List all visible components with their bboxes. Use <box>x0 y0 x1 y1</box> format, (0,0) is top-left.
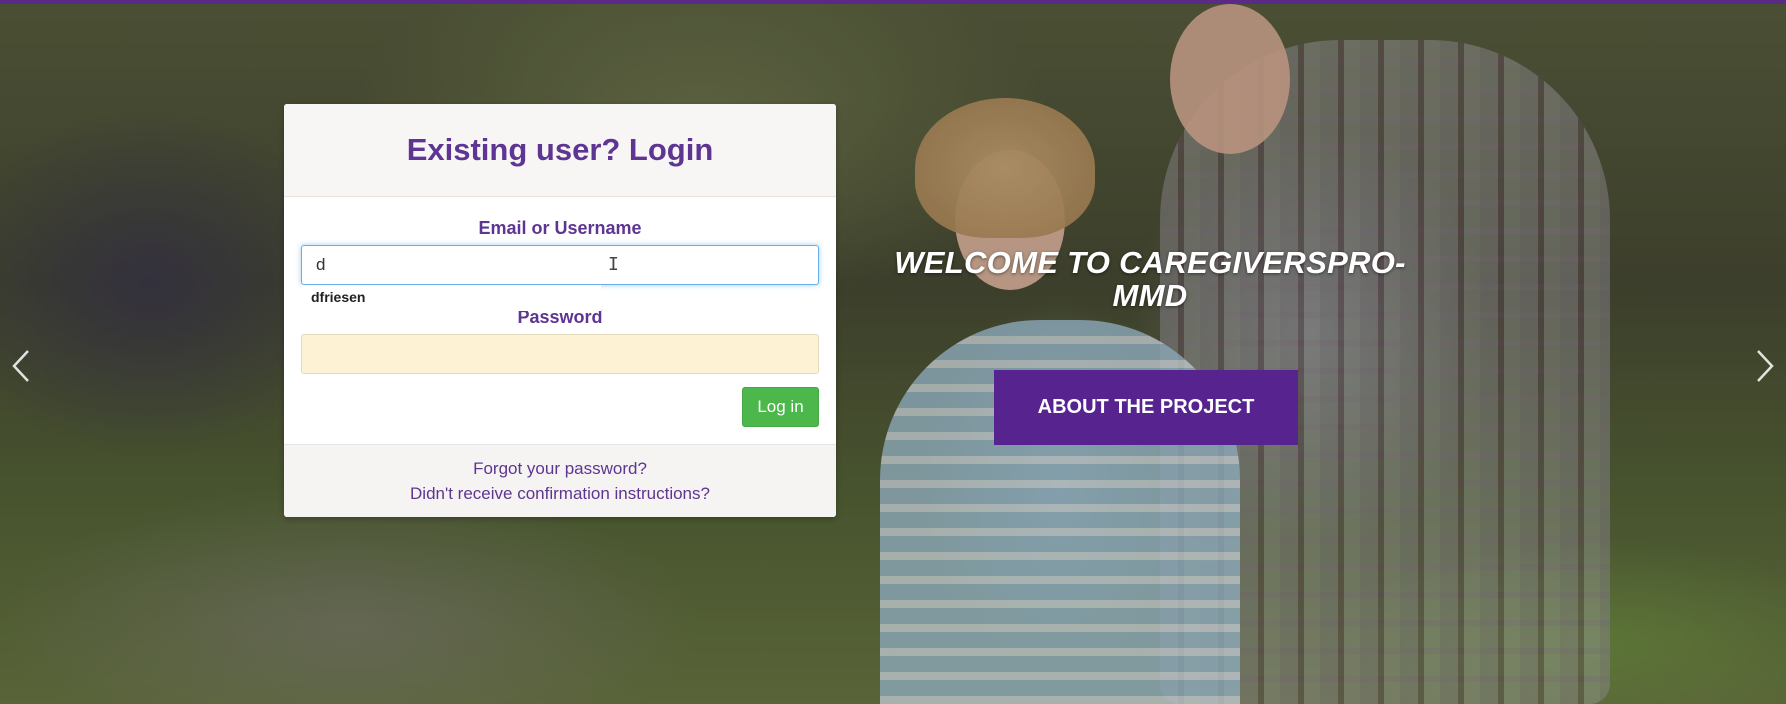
login-card: Existing user? Login Email or Username I… <box>284 104 836 517</box>
autocomplete-dropdown: dfriesen <box>301 285 601 311</box>
login-title: Existing user? Login <box>406 132 714 167</box>
chevron-right-icon <box>1757 350 1774 382</box>
email-label: Email or Username <box>478 218 642 238</box>
carousel-next-button[interactable] <box>1750 348 1780 384</box>
hero-title: WELCOME TO CAREGIVERSPRO-MMD <box>894 245 1406 313</box>
top-accent-bar <box>0 0 1786 4</box>
login-card-header: Existing user? Login <box>284 104 836 197</box>
autocomplete-suggestion[interactable]: dfriesen <box>311 289 365 305</box>
carousel-prev-button[interactable] <box>6 348 36 384</box>
forgot-password-link[interactable]: Forgot your password? <box>284 456 836 481</box>
page: WELCOME TO CAREGIVERSPRO-MMD ABOUT THE P… <box>0 0 1786 704</box>
chevron-left-icon <box>12 350 29 382</box>
text-cursor-icon: I <box>608 254 619 275</box>
email-input[interactable] <box>301 245 819 285</box>
hero-overlay <box>0 4 1786 704</box>
about-project-button[interactable]: ABOUT THE PROJECT <box>994 370 1298 445</box>
password-input[interactable] <box>301 334 819 374</box>
login-card-footer: Forgot your password? Didn't receive con… <box>284 444 836 517</box>
login-button[interactable]: Log in <box>742 387 819 427</box>
confirmation-instructions-link[interactable]: Didn't receive confirmation instructions… <box>284 481 836 506</box>
hero-caption: WELCOME TO CAREGIVERSPRO-MMD <box>870 246 1430 312</box>
